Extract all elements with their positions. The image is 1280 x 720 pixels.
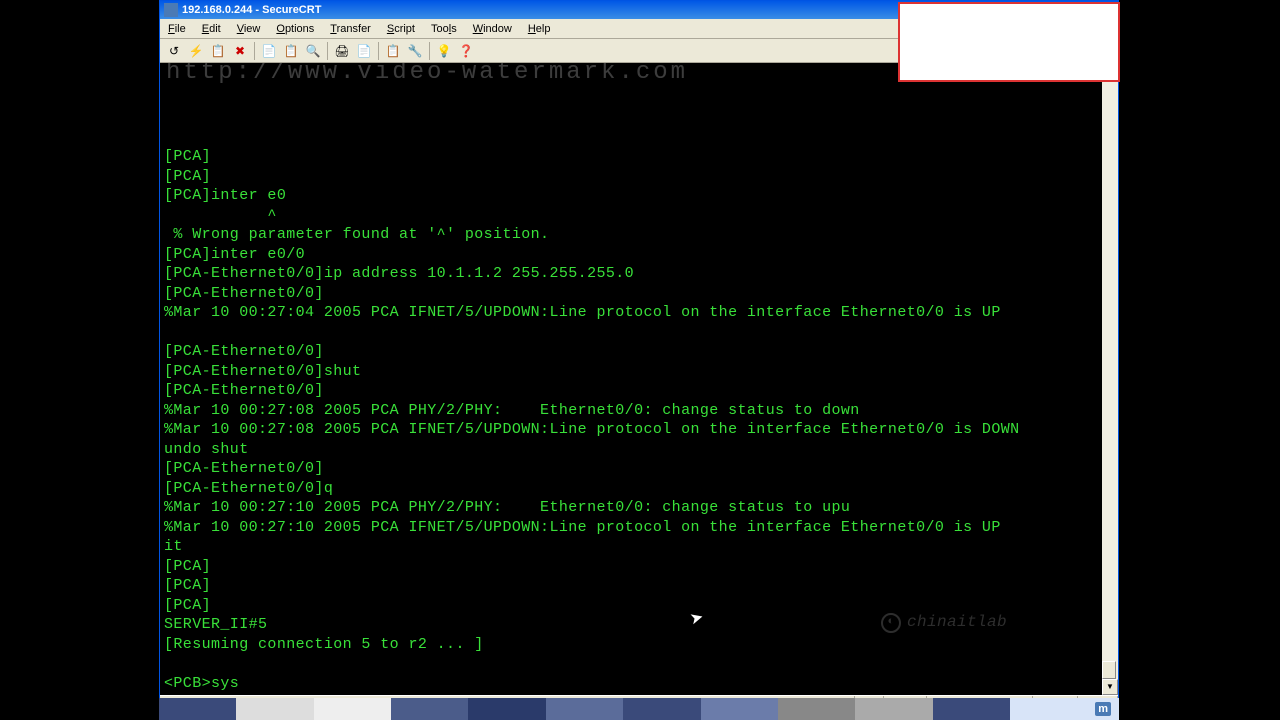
tray-icon[interactable]: m <box>1095 702 1111 716</box>
system-tray[interactable]: m <box>1087 698 1119 720</box>
terminal-line: %Mar 10 00:27:08 2005 PCA PHY/2/PHY: Eth… <box>164 401 1098 421</box>
terminal-container: [PCA][PCA][PCA]inter e0 ^ % Wrong parame… <box>160 63 1118 695</box>
terminal-line: %Mar 10 00:27:04 2005 PCA IFNET/5/UPDOWN… <box>164 303 1098 323</box>
scroll-down-button[interactable]: ▼ <box>1102 679 1118 695</box>
menu-file[interactable]: File <box>160 21 194 37</box>
print-button[interactable]: 🖨 <box>332 41 352 61</box>
menu-options[interactable]: Options <box>268 21 322 37</box>
terminal-line: [Resuming connection 5 to r2 ... ] <box>164 635 1098 655</box>
terminal-line: [PCA] <box>164 576 1098 596</box>
help-button[interactable]: ❓ <box>456 41 476 61</box>
menu-transfer[interactable]: Transfer <box>322 21 379 37</box>
terminal-output[interactable]: [PCA][PCA][PCA]inter e0 ^ % Wrong parame… <box>160 63 1102 695</box>
menu-script[interactable]: Script <box>379 21 423 37</box>
terminal-line: [PCA] <box>164 557 1098 577</box>
find-button[interactable]: 🔍 <box>303 41 323 61</box>
terminal-line: SERVER_II#5 <box>164 615 1098 635</box>
menu-edit[interactable]: Edit <box>194 21 229 37</box>
menu-view[interactable]: View <box>229 21 269 37</box>
scroll-track[interactable] <box>1102 79 1118 679</box>
terminal-line: %Mar 10 00:27:08 2005 PCA IFNET/5/UPDOWN… <box>164 420 1098 440</box>
terminal-line: [PCA]inter e0 <box>164 186 1098 206</box>
toolbar-separator <box>327 42 328 60</box>
app-icon <box>164 3 178 17</box>
desktop: 192.168.0.244 - SecureCRT File Edit View… <box>0 0 1280 720</box>
terminal-line: [PCA-Ethernet0/0] <box>164 284 1098 304</box>
tips-button[interactable]: 💡 <box>434 41 454 61</box>
scroll-thumb[interactable] <box>1102 661 1116 679</box>
terminal-line <box>164 654 1098 674</box>
copy-button[interactable]: 📄 <box>259 41 279 61</box>
toolbar-separator <box>429 42 430 60</box>
paste-button[interactable]: 📋 <box>281 41 301 61</box>
terminal-line: %Mar 10 00:27:10 2005 PCA IFNET/5/UPDOWN… <box>164 518 1098 538</box>
terminal-line: % Wrong parameter found at '^' position. <box>164 225 1098 245</box>
terminal-line: [PCA-Ethernet0/0]shut <box>164 362 1098 382</box>
terminal-line: System View: return to User View with Ct… <box>164 693 1098 695</box>
terminal-line: [PCA] <box>164 167 1098 187</box>
taskbar: m <box>159 698 1119 720</box>
terminal-line: [PCA] <box>164 596 1098 616</box>
terminal-line: [PCA]inter e0/0 <box>164 245 1098 265</box>
taskbar-pixelated-area <box>159 698 1087 720</box>
disconnect-button[interactable]: ✖ <box>230 41 250 61</box>
terminal-line: [PCA-Ethernet0/0]ip address 10.1.1.2 255… <box>164 264 1098 284</box>
window-title: 192.168.0.244 - SecureCRT <box>182 4 321 16</box>
terminal-line: [PCA-Ethernet0/0] <box>164 342 1098 362</box>
terminal-line: [PCA-Ethernet0/0] <box>164 381 1098 401</box>
vertical-scrollbar[interactable]: ▲ ▼ <box>1102 63 1118 695</box>
overlay-ad-box <box>898 2 1120 82</box>
securecrt-window: 192.168.0.244 - SecureCRT File Edit View… <box>159 0 1119 698</box>
terminal-line: [PCA-Ethernet0/0]q <box>164 479 1098 499</box>
terminal-line: <PCB>sys <box>164 674 1098 694</box>
menu-help[interactable]: Help <box>520 21 559 37</box>
terminal-line <box>164 323 1098 343</box>
menu-window[interactable]: Window <box>465 21 520 37</box>
connect-button[interactable]: 📋 <box>208 41 228 61</box>
menu-tools[interactable]: Tools <box>423 21 465 37</box>
terminal-line: [PCA] <box>164 147 1098 167</box>
properties-button[interactable]: 📋 <box>383 41 403 61</box>
terminal-line: [PCA-Ethernet0/0] <box>164 459 1098 479</box>
terminal-line: ^ <box>164 206 1098 226</box>
terminal-line: undo shut <box>164 440 1098 460</box>
quick-connect-button[interactable]: ⚡ <box>186 41 206 61</box>
terminal-line: it <box>164 537 1098 557</box>
toolbar-separator <box>378 42 379 60</box>
watermark-url: http://www.video-watermark.com <box>166 63 688 83</box>
terminal-line: %Mar 10 00:27:10 2005 PCA PHY/2/PHY: Eth… <box>164 498 1098 518</box>
options-button[interactable]: 🔧 <box>405 41 425 61</box>
toolbar-separator <box>254 42 255 60</box>
log-button[interactable]: 📄 <box>354 41 374 61</box>
reconnect-button[interactable]: ↺ <box>164 41 184 61</box>
